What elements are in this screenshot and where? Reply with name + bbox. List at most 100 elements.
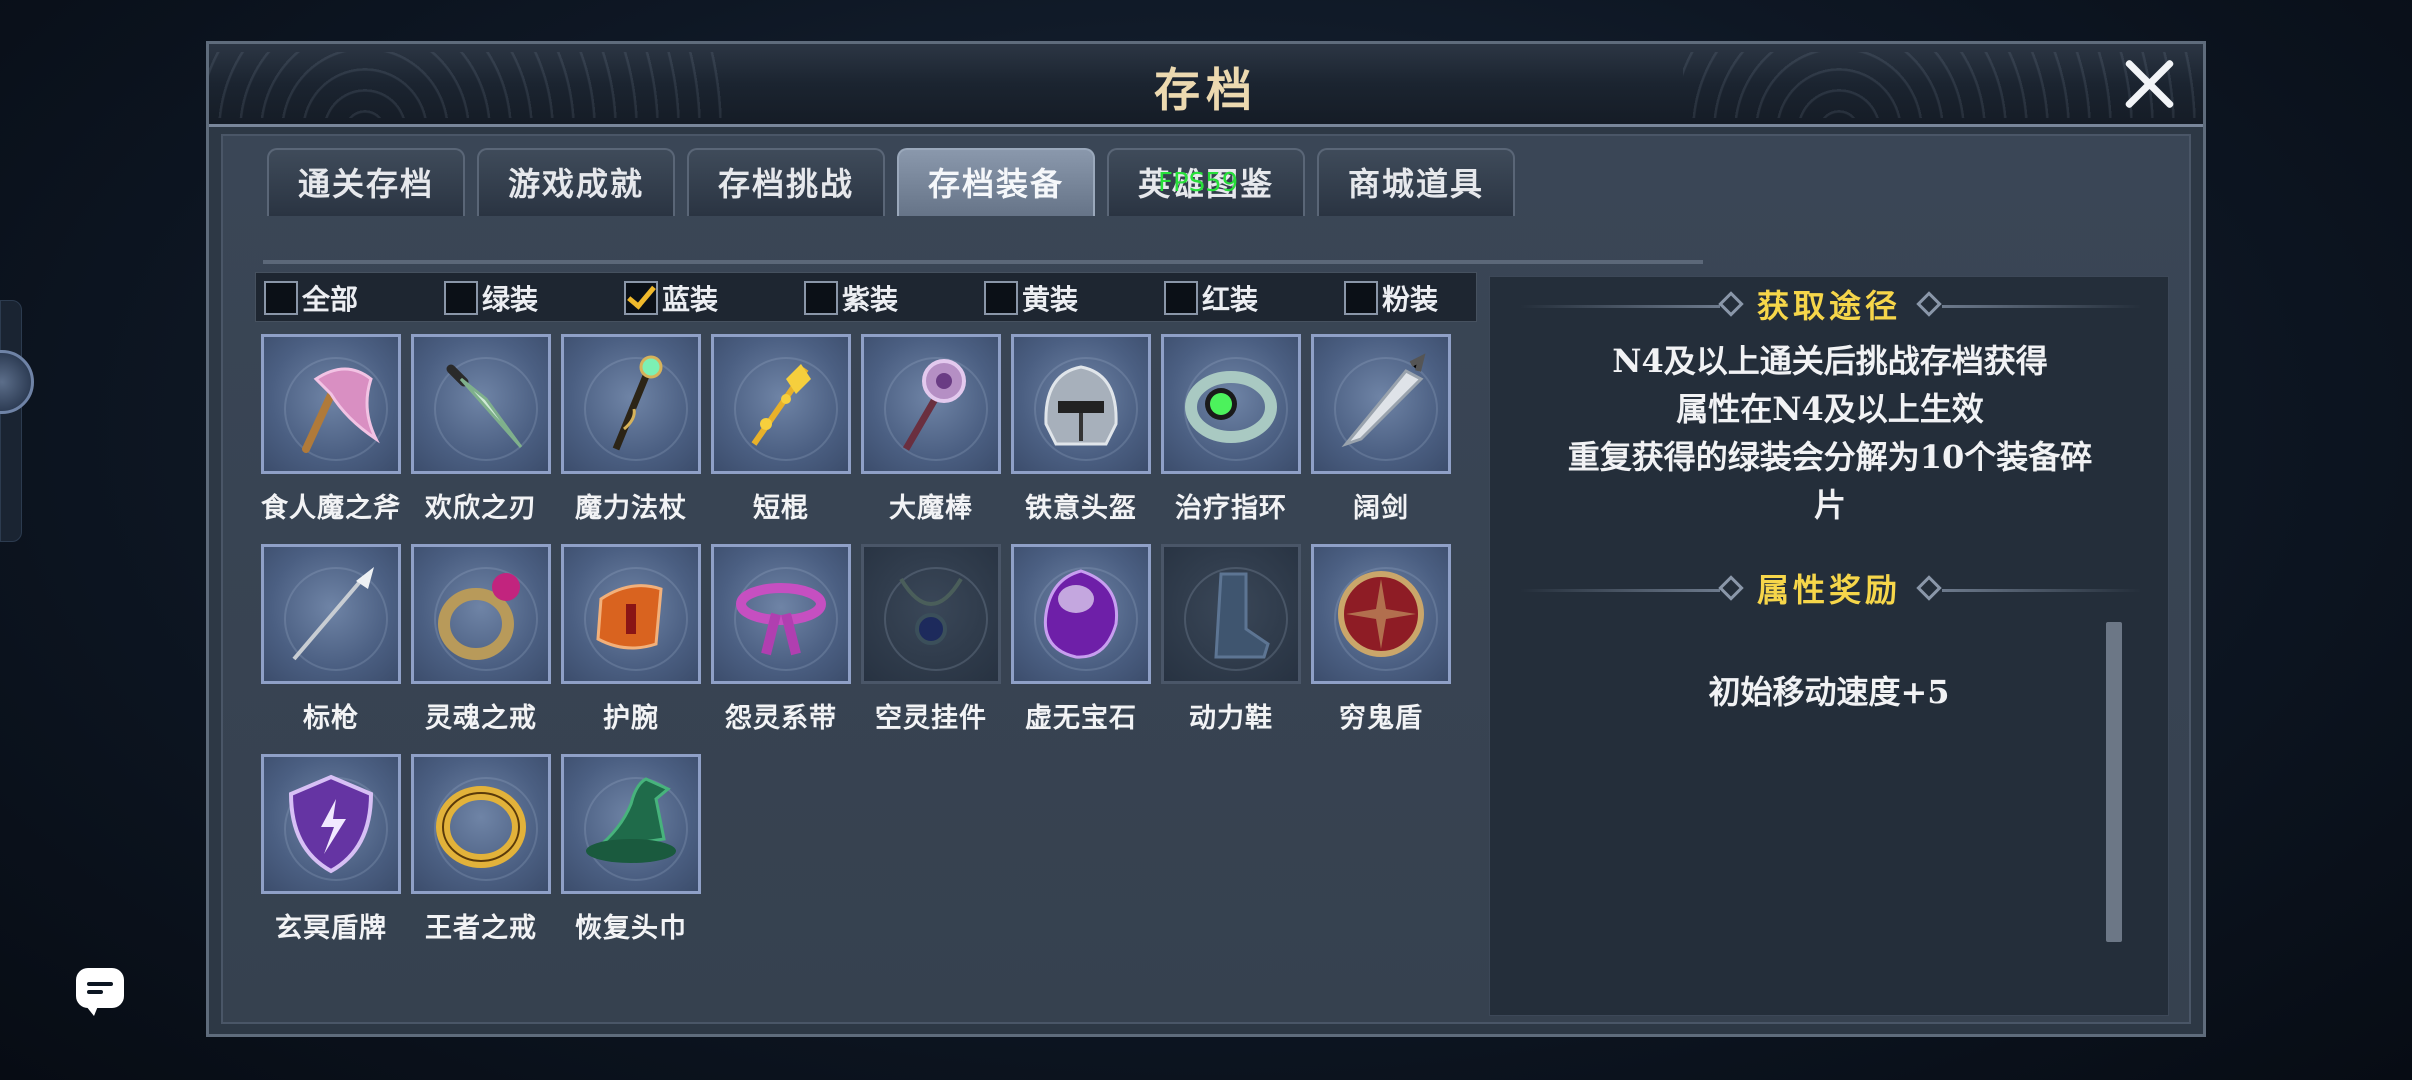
acquire-section-header: 获取途径 — [1490, 281, 2168, 331]
equipment-item[interactable]: 大魔棒 — [861, 334, 1001, 525]
equipment-item[interactable]: 动力鞋 — [1161, 544, 1301, 735]
detail-panel: 获取途径 N4及以上通关后挑战存档获得 属性在N4及以上生效 重复获得的绿装会分… — [1489, 276, 2169, 1016]
sash-icon — [711, 544, 851, 684]
equipment-item[interactable]: 空灵挂件 — [861, 544, 1001, 735]
filter-yellow-label: 黄装 — [1022, 283, 1079, 316]
filter-yellow-checkbox[interactable] — [984, 281, 1018, 315]
close-icon[interactable] — [2121, 56, 2177, 112]
item-name: 阔剑 — [1353, 493, 1409, 524]
chat-icon — [87, 978, 113, 998]
equipment-item[interactable]: 怨灵系带 — [711, 544, 851, 735]
equipment-item[interactable]: 灵魂之戒 — [411, 544, 551, 735]
filter-green-checkbox[interactable] — [444, 281, 478, 315]
filter-pink-label: 粉装 — [1382, 283, 1439, 316]
item-name: 欢欣之刃 — [425, 493, 537, 524]
item-name: 铁意头盔 — [1025, 493, 1137, 524]
equipment-item[interactable]: 食人魔之斧 — [261, 334, 401, 525]
tab-clear-archive[interactable]: 通关存档 — [267, 148, 465, 216]
acquire-title: 获取途径 — [1756, 287, 1901, 325]
equipment-item[interactable]: 治疗指环 — [1161, 334, 1301, 525]
tab-archive-equipment[interactable]: 存档装备 — [897, 148, 1095, 216]
item-name: 标枪 — [303, 703, 359, 734]
equipment-item[interactable]: 穷鬼盾 — [1311, 544, 1451, 735]
item-name: 怨灵系带 — [725, 703, 837, 734]
item-name: 护腕 — [603, 703, 659, 734]
filter-blue-checkbox[interactable] — [624, 281, 658, 315]
equipment-item[interactable]: 玄冥盾牌 — [261, 754, 401, 945]
equipment-item[interactable]: 阔剑 — [1311, 334, 1451, 525]
filter-purple[interactable]: 紫装 — [804, 280, 898, 316]
window-title: 存档 — [1154, 63, 1258, 117]
filter-green[interactable]: 绿装 — [444, 280, 538, 316]
acquire-description: N4及以上通关后挑战存档获得 属性在N4及以上生效 重复获得的绿装会分解为10个… — [1510, 337, 2150, 529]
filter-pink-checkbox[interactable] — [1344, 281, 1378, 315]
ring-icon — [1161, 334, 1301, 474]
filter-red[interactable]: 红装 — [1164, 280, 1258, 316]
filter-all[interactable]: 全部 — [264, 280, 358, 316]
tab-archive-challenge[interactable]: 存档挑战 — [687, 148, 885, 216]
helmet-icon — [1011, 334, 1151, 474]
staff-icon — [561, 334, 701, 474]
filter-purple-label: 紫装 — [842, 283, 899, 316]
bracer-icon — [561, 544, 701, 684]
acquire-line: 属性在N4及以上生效 — [1676, 390, 1984, 428]
acquire-line: N4及以上通关后挑战存档获得 — [1612, 342, 2048, 380]
equipment-item[interactable]: 虚无宝石 — [1011, 544, 1151, 735]
equipment-item[interactable]: 魔力法杖 — [561, 334, 701, 525]
equipment-item[interactable]: 标枪 — [261, 544, 401, 735]
broadsword-icon — [1311, 334, 1451, 474]
equipment-item[interactable]: 恢复头巾 — [561, 754, 701, 945]
short-staff-icon — [711, 334, 851, 474]
item-name: 穷鬼盾 — [1339, 703, 1423, 734]
equipment-item[interactable]: 护腕 — [561, 544, 701, 735]
tab-achievements[interactable]: 游戏成就 — [477, 148, 675, 216]
item-name: 魔力法杖 — [575, 493, 687, 524]
filter-all-checkbox[interactable] — [264, 281, 298, 315]
filter-red-label: 红装 — [1202, 283, 1259, 316]
blade-icon — [411, 334, 551, 474]
axe-icon — [261, 334, 401, 474]
item-name: 玄冥盾牌 — [275, 913, 387, 944]
filter-all-label: 全部 — [302, 283, 359, 316]
gold-ring-icon — [411, 754, 551, 894]
quality-filter-bar: 全部 绿装 蓝装 紫装 黄装 红装 粉装 — [255, 272, 1477, 322]
filter-purple-checkbox[interactable] — [804, 281, 838, 315]
side-drawer-tab[interactable] — [0, 300, 22, 542]
pendant-icon — [861, 544, 1001, 684]
item-name: 治疗指环 — [1175, 493, 1287, 524]
item-name: 动力鞋 — [1189, 703, 1273, 734]
item-name: 恢复头巾 — [575, 913, 687, 944]
item-name: 大魔棒 — [889, 493, 973, 524]
filter-blue-label: 蓝装 — [662, 283, 719, 316]
equipment-item[interactable]: 欢欣之刃 — [411, 334, 551, 525]
filter-pink[interactable]: 粉装 — [1344, 280, 1438, 316]
shield-icon — [261, 754, 401, 894]
fps-counter: FPS59 — [1158, 168, 1239, 198]
title-bar: 存档 — [209, 44, 2203, 127]
item-name: 食人魔之斧 — [261, 493, 401, 524]
item-name: 虚无宝石 — [1025, 703, 1137, 734]
filter-red-checkbox[interactable] — [1164, 281, 1198, 315]
gem-icon — [1011, 544, 1151, 684]
equipment-item[interactable]: 短棍 — [711, 334, 851, 525]
chat-button[interactable] — [76, 968, 124, 1016]
reward-section-header: 属性奖励 — [1490, 565, 2168, 615]
magic-wand-icon — [861, 334, 1001, 474]
soul-ring-icon — [411, 544, 551, 684]
equipment-item[interactable]: 铁意头盔 — [1011, 334, 1151, 525]
acquire-line: 片 — [1813, 486, 1846, 524]
filter-yellow[interactable]: 黄装 — [984, 280, 1078, 316]
boots-icon — [1161, 544, 1301, 684]
floating-ball-button[interactable] — [0, 350, 34, 414]
tab-shop-items[interactable]: 商城道具 — [1317, 148, 1515, 216]
reward-text: 初始移动速度+5 — [1708, 673, 1950, 711]
item-name: 灵魂之戒 — [425, 703, 537, 734]
equipment-item[interactable]: 王者之戒 — [411, 754, 551, 945]
detail-scrollbar[interactable] — [2106, 622, 2122, 942]
item-name: 王者之戒 — [425, 913, 537, 944]
buckler-icon — [1311, 544, 1451, 684]
item-name: 短棍 — [753, 493, 809, 524]
filter-blue[interactable]: 蓝装 — [624, 280, 718, 316]
archive-window: 存档 通关存档 游戏成就 存档挑战 存档装备 英雄图鉴 商城道具 FPS59 全… — [206, 41, 2206, 1037]
item-name: 空灵挂件 — [875, 703, 987, 734]
